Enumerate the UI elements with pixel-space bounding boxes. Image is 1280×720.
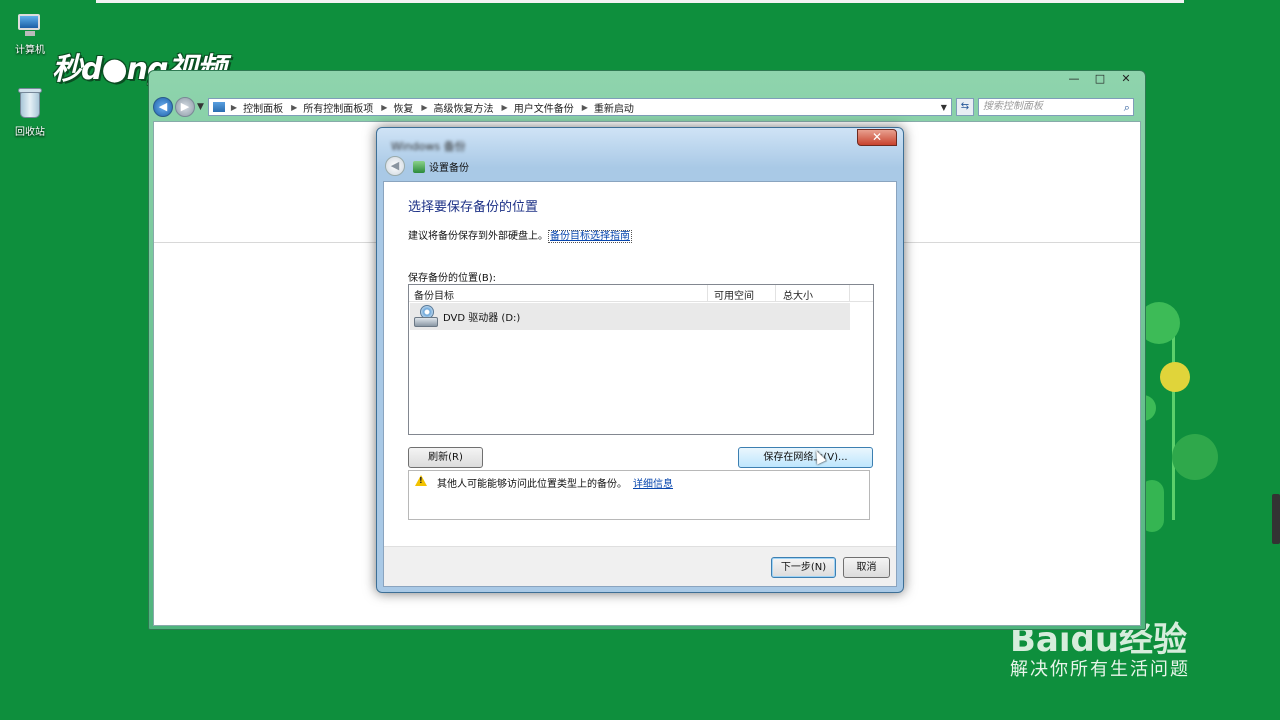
dialog-footer: 下一步(N) 取消: [384, 546, 896, 586]
desktop-icon-recycle-bin-label: 回收站: [15, 127, 45, 138]
forward-button[interactable]: ▶: [175, 97, 195, 117]
dialog-back-button[interactable]: ◀: [385, 156, 405, 176]
backup-icon: [413, 160, 425, 173]
minimize-button[interactable]: —: [1061, 71, 1087, 87]
address-dropdown-icon[interactable]: ▼: [941, 103, 947, 112]
dialog-header: 设置备份: [413, 159, 469, 174]
breadcrumb[interactable]: 重新启动: [594, 100, 634, 115]
backup-dialog: Windows 备份 ✕ ◀ 设置备份 选择要保存备份的位置 建议将备份保存到外…: [376, 127, 904, 593]
breadcrumb[interactable]: 高级恢复方法: [434, 100, 494, 115]
column-divider: [849, 285, 850, 301]
warning-text: 其他人可能能够访问此位置类型上的备份。 详细信息: [437, 475, 673, 490]
backup-guide-link[interactable]: 备份目标选择指南: [548, 230, 632, 243]
chevron-right-icon: ▶: [291, 102, 298, 112]
suggestion-label: 建议将备份保存到外部硬盘上。: [408, 231, 548, 242]
chevron-right-icon: ▶: [501, 102, 508, 112]
dvd-drive-icon: [413, 304, 439, 329]
baidu-slogan: 解决你所有生活问题: [1010, 659, 1190, 680]
back-button[interactable]: ◀: [153, 97, 173, 117]
column-header-total-size[interactable]: 总大小: [783, 287, 813, 302]
desktop-icon-computer-label: 计算机: [15, 45, 45, 56]
save-on-network-button[interactable]: 保存在网络上(V)...: [738, 447, 873, 468]
chevron-right-icon: ▶: [230, 102, 238, 112]
suggestion-text: 建议将备份保存到外部硬盘上。 备份目标选择指南: [408, 227, 632, 243]
column-header-destination[interactable]: 备份目标: [414, 287, 454, 302]
page-title: 选择要保存备份的位置: [408, 200, 539, 215]
breadcrumb[interactable]: 恢复: [393, 100, 413, 115]
computer-icon: [15, 12, 45, 38]
column-header-free-space[interactable]: 可用空间: [714, 287, 754, 302]
address-bar[interactable]: ▶ 控制面板 ▶ 所有控制面板项 ▶ 恢复 ▶ 高级恢复方法 ▶ 用户文件备份 …: [207, 98, 952, 116]
breadcrumb[interactable]: 控制面板: [243, 100, 283, 115]
chevron-right-icon: ▶: [381, 102, 388, 112]
recent-pages-dropdown[interactable]: ▼: [197, 102, 204, 112]
refresh-button[interactable]: 刷新(R): [408, 447, 483, 468]
top-strip: [96, 0, 1184, 3]
chevron-right-icon: ▶: [421, 102, 428, 112]
decoration-line: [1172, 330, 1175, 520]
desktop-icon-computer[interactable]: 计算机: [0, 12, 60, 56]
list-item[interactable]: DVD 驱动器 (D:): [410, 303, 850, 330]
breadcrumb[interactable]: 所有控制面板项: [303, 100, 373, 115]
warning-panel: 其他人可能能够访问此位置类型上的备份。详细信息: [408, 470, 870, 520]
breadcrumb[interactable]: 用户文件备份: [514, 100, 574, 115]
control-panel-icon: [212, 102, 225, 112]
dialog-title: Windows 备份: [391, 140, 466, 153]
desktop-icon-recycle-bin[interactable]: 回收站: [0, 86, 60, 138]
maximize-button[interactable]: □: [1087, 71, 1113, 87]
refresh-icon[interactable]: ⇆: [955, 98, 974, 116]
decoration-circle: [1172, 434, 1218, 480]
list-item-name: DVD 驱动器 (D:): [443, 313, 521, 324]
warning-icon: [415, 475, 427, 486]
dialog-close-button[interactable]: ✕: [857, 129, 897, 146]
cancel-button[interactable]: 取消: [843, 557, 890, 578]
backup-destination-list[interactable]: 备份目标 可用空间 总大小 DVD 驱动器 (D:): [408, 284, 874, 435]
column-divider: [707, 285, 708, 301]
next-button[interactable]: 下一步(N): [771, 557, 836, 578]
warning-message: 其他人可能能够访问此位置类型上的备份。: [437, 479, 627, 490]
more-info-link[interactable]: 详细信息: [633, 479, 673, 490]
chevron-right-icon: ▶: [581, 102, 588, 112]
window-controls: — □ ✕: [1061, 71, 1139, 87]
dialog-body: 选择要保存备份的位置 建议将备份保存到外部硬盘上。 备份目标选择指南 保存备份的位…: [383, 181, 897, 587]
search-input[interactable]: 搜索控制面板 ⌕: [977, 98, 1134, 116]
edge-tab[interactable]: [1272, 494, 1280, 544]
location-label: 保存备份的位置(B):: [408, 273, 497, 284]
decoration-circle: [1160, 362, 1190, 392]
recycle-bin-icon: [17, 86, 43, 120]
column-divider: [775, 285, 776, 301]
list-header: 备份目标 可用空间 总大小: [409, 285, 873, 302]
search-placeholder: 搜索控制面板: [982, 101, 1043, 112]
close-button[interactable]: ✕: [1113, 71, 1139, 87]
dialog-header-title: 设置备份: [429, 163, 469, 174]
search-icon[interactable]: ⌕: [1124, 100, 1130, 116]
navigation-bar: ◀ ▶ ▼ ▶ 控制面板 ▶ 所有控制面板项 ▶ 恢复 ▶ 高级恢复方法 ▶ 用…: [153, 95, 1141, 119]
